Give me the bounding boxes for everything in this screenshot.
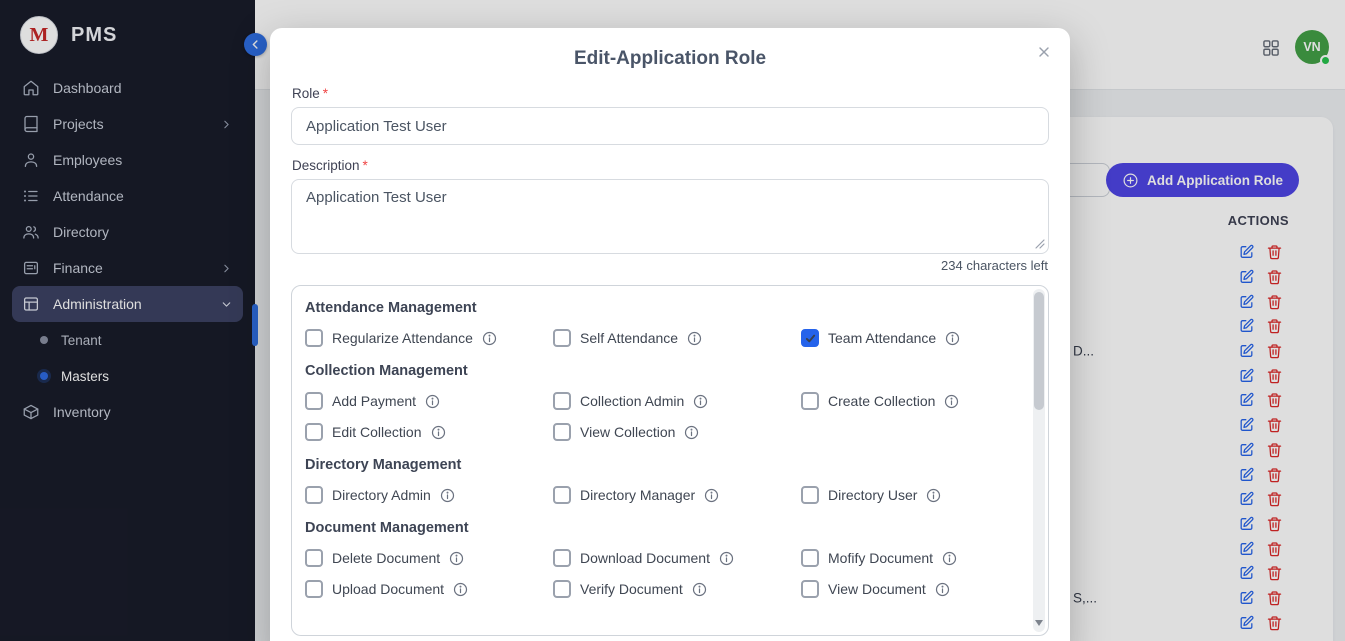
permission-label: Directory User: [828, 487, 917, 503]
info-icon: [684, 425, 699, 440]
checkbox-unchecked[interactable]: [305, 392, 323, 410]
checkbox-unchecked[interactable]: [553, 392, 571, 410]
permission-label: Directory Admin: [332, 487, 431, 503]
checkbox-unchecked[interactable]: [553, 580, 571, 598]
info-icon: [449, 551, 464, 566]
checkbox-unchecked[interactable]: [553, 423, 571, 441]
info-icon: [935, 582, 950, 597]
section-title: Directory Management: [305, 457, 1018, 473]
permission-label: Directory Manager: [580, 487, 695, 503]
permission-grid: Directory Admin Directory Manager Director…: [305, 486, 1018, 504]
checkbox-unchecked[interactable]: [801, 549, 819, 567]
description-textarea[interactable]: Application Test User: [291, 179, 1049, 254]
info-icon: [944, 394, 959, 409]
info-icon: [942, 551, 957, 566]
permission-label: Collection Admin: [580, 393, 684, 409]
permission-label: View Document: [828, 581, 926, 597]
permission-label: Add Payment: [332, 393, 416, 409]
checkbox-unchecked[interactable]: [553, 549, 571, 567]
permission-view-document[interactable]: View Document: [801, 580, 1018, 598]
permission-view-collection[interactable]: View Collection: [553, 423, 801, 441]
required-asterisk: *: [363, 158, 368, 173]
info-icon: [440, 488, 455, 503]
permission-label: Upload Document: [332, 581, 444, 597]
description-field-label: Description*: [292, 158, 1049, 173]
permission-directory-user[interactable]: Directory User: [801, 486, 1018, 504]
close-button[interactable]: [1032, 40, 1056, 64]
checkbox-unchecked[interactable]: [801, 392, 819, 410]
permission-label: Create Collection: [828, 393, 935, 409]
permission-label: Team Attendance: [828, 330, 936, 346]
role-input[interactable]: [291, 107, 1049, 145]
checkbox-unchecked[interactable]: [553, 486, 571, 504]
permission-label: Edit Collection: [332, 424, 422, 440]
permission-edit-collection[interactable]: Edit Collection: [305, 423, 553, 441]
permission-label: View Collection: [580, 424, 675, 440]
checkbox-unchecked[interactable]: [305, 580, 323, 598]
checkbox-unchecked[interactable]: [305, 549, 323, 567]
section-title: Attendance Management: [305, 300, 1018, 316]
info-icon: [687, 331, 702, 346]
info-icon: [431, 425, 446, 440]
resize-handle-icon[interactable]: [1035, 239, 1045, 249]
edit-application-role-dialog: Edit-Application Role Role* Description*…: [270, 28, 1070, 641]
role-field-label: Role*: [292, 86, 1049, 101]
info-icon: [692, 582, 707, 597]
permission-delete-document[interactable]: Delete Document: [305, 549, 553, 567]
section-title: Document Management: [305, 520, 1018, 536]
permission-directory-admin[interactable]: Directory Admin: [305, 486, 553, 504]
checkbox-unchecked[interactable]: [305, 329, 323, 347]
dialog-title: Edit-Application Role: [270, 48, 1070, 70]
info-icon: [425, 394, 440, 409]
permission-create-collection[interactable]: Create Collection: [801, 392, 1018, 410]
permission-label: Download Document: [580, 550, 710, 566]
permission-grid: Add Payment Collection Admin Create Collec…: [305, 392, 1018, 441]
permission-self-attendance[interactable]: Self Attendance: [553, 329, 801, 347]
permission-regularize-attendance[interactable]: Regularize Attendance: [305, 329, 553, 347]
info-icon: [719, 551, 734, 566]
permission-download-document[interactable]: Download Document: [553, 549, 801, 567]
checkbox-unchecked[interactable]: [801, 580, 819, 598]
info-icon: [945, 331, 960, 346]
permission-collection-admin[interactable]: Collection Admin: [553, 392, 801, 410]
permission-label: Delete Document: [332, 550, 440, 566]
checkbox-checked[interactable]: [801, 329, 819, 347]
info-icon: [693, 394, 708, 409]
permission-label: Self Attendance: [580, 330, 678, 346]
required-asterisk: *: [323, 86, 328, 101]
scrollbar-thumb[interactable]: [1034, 292, 1044, 410]
permissions-panel: Attendance Management Regularize Attendan…: [291, 285, 1049, 636]
characters-left-counter: 234 characters left: [291, 258, 1048, 273]
permission-add-payment[interactable]: Add Payment: [305, 392, 553, 410]
permission-team-attendance[interactable]: Team Attendance: [801, 329, 1018, 347]
role-form: Role* Description* Application Test User…: [270, 86, 1070, 636]
scroll-down-arrow-icon[interactable]: [1035, 620, 1043, 626]
checkbox-unchecked[interactable]: [305, 423, 323, 441]
permission-label: Mofify Document: [828, 550, 933, 566]
permission-mofify-document[interactable]: Mofify Document: [801, 549, 1018, 567]
checkbox-unchecked[interactable]: [305, 486, 323, 504]
checkbox-unchecked[interactable]: [801, 486, 819, 504]
checkbox-unchecked[interactable]: [553, 329, 571, 347]
section-title: Collection Management: [305, 363, 1018, 379]
info-icon: [704, 488, 719, 503]
permission-grid: Regularize Attendance Self Attendance Team…: [305, 329, 1018, 347]
permission-label: Regularize Attendance: [332, 330, 473, 346]
info-icon: [926, 488, 941, 503]
scrollbar-track[interactable]: [1033, 289, 1045, 632]
permission-upload-document[interactable]: Upload Document: [305, 580, 553, 598]
permission-verify-document[interactable]: Verify Document: [553, 580, 801, 598]
info-icon: [482, 331, 497, 346]
permissions-scroll-area: Attendance Management Regularize Attendan…: [292, 286, 1048, 604]
info-icon: [453, 582, 468, 597]
permission-directory-manager[interactable]: Directory Manager: [553, 486, 801, 504]
permission-grid: Delete Document Download Document Mofify D…: [305, 549, 1018, 598]
permission-label: Verify Document: [580, 581, 683, 597]
